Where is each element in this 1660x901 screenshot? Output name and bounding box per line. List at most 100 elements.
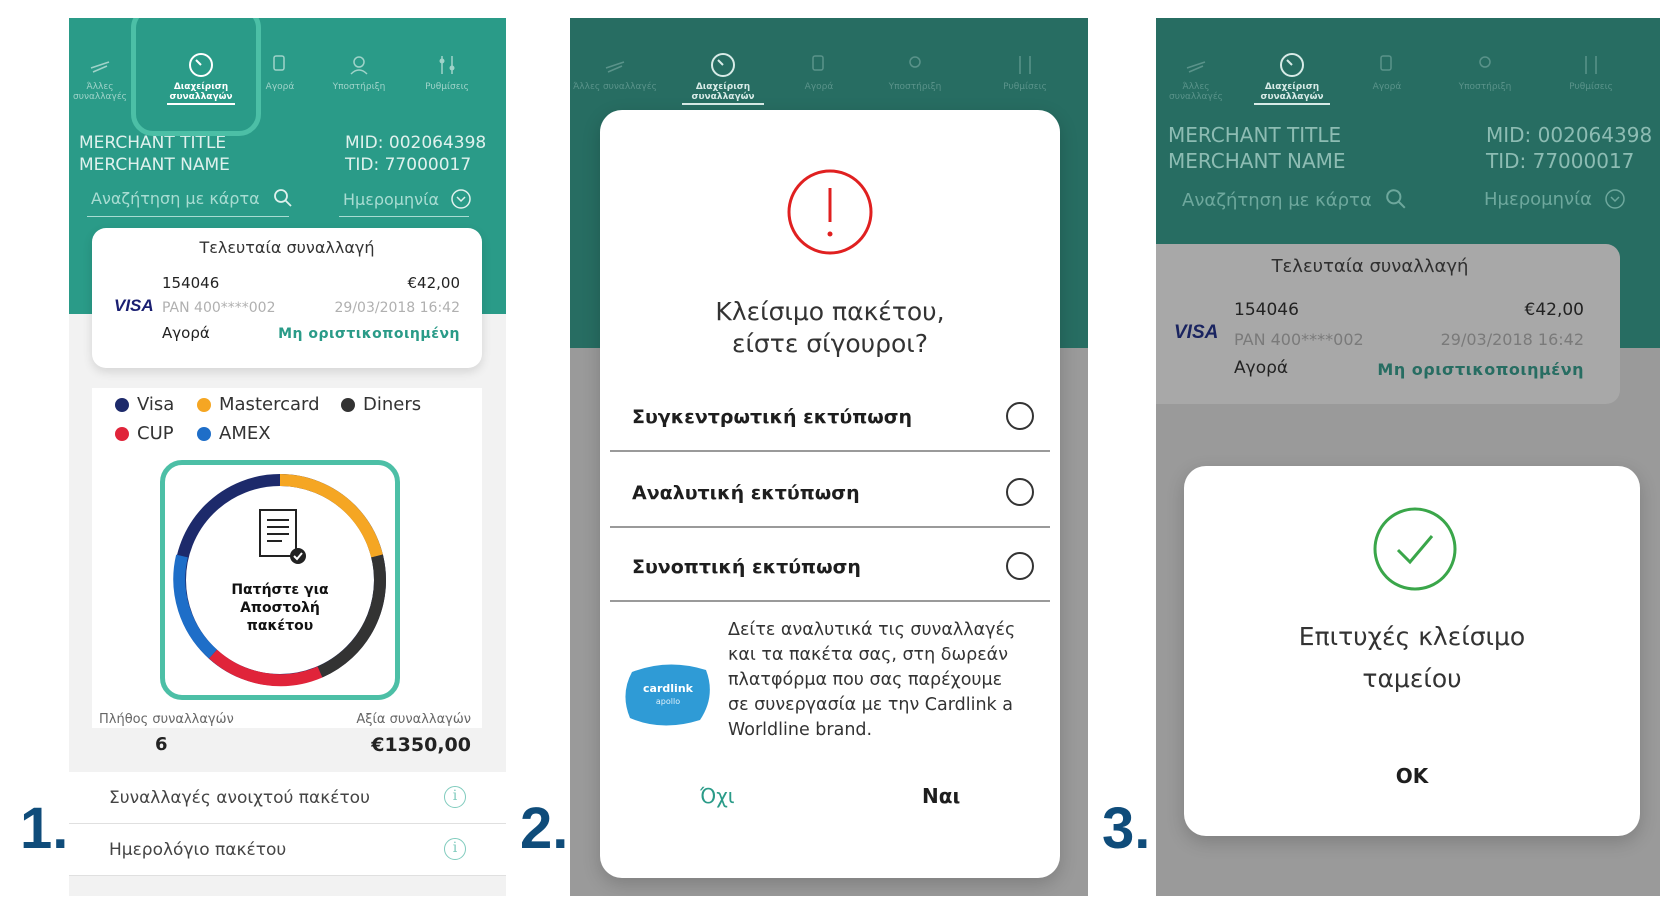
promo-line: Δείτε αναλυτικά τις συναλλαγές — [728, 620, 1016, 640]
last-transaction-card[interactable]: Τελευταία συναλλαγή VISA 154046 €42,00 P… — [92, 228, 482, 368]
terminal-info: MID: 002064398 TID: 77000017 — [1486, 122, 1652, 174]
success-message: Επιτυχές κλείσιμο ταμείου — [1184, 616, 1640, 700]
promo-line: σε συνεργασία με την Cardlink a — [728, 695, 1013, 715]
nav-label: Άλλες συναλλαγές — [573, 82, 657, 92]
tutorial-steps: 1. 2. 3. Άλλες συναλλαγές Διαχείριση συν… — [0, 0, 1660, 901]
nav-item-support: Υποστήριξη — [1440, 18, 1530, 113]
success-dialog: Επιτυχές κλείσιμο ταμείου OK — [1184, 466, 1640, 836]
visa-logo: VISA — [114, 296, 154, 315]
no-button[interactable]: Όχι — [700, 784, 735, 808]
other-transactions-icon — [605, 61, 625, 73]
error-icon — [787, 169, 873, 255]
option-label: Αναλυτική εκτύπωση — [632, 482, 860, 504]
option-label: Συνοπτική εκτύπωση — [632, 556, 861, 578]
legend-label: Mastercard — [219, 394, 320, 415]
search-icon — [273, 189, 292, 207]
date-filter-label: Ημερομηνία — [343, 190, 440, 209]
option-summary-print[interactable]: Συγκεντρωτική εκτύπωση — [610, 382, 1050, 452]
nav-label: Υποστήριξη — [1458, 82, 1512, 92]
radio-button[interactable] — [1006, 552, 1034, 580]
transaction-datetime: 29/03/2018 16:42 — [1440, 330, 1584, 349]
settings-sliders-icon — [1585, 56, 1597, 74]
nav-item-purchase: Αγορά — [784, 18, 854, 113]
legend-visa: Visa — [115, 394, 174, 415]
legend-mastercard: Mastercard — [197, 394, 320, 415]
active-tab-underline — [1254, 103, 1330, 105]
step-number-1: 1. — [20, 796, 69, 861]
nav-item-transaction-management: Διαχείριση συναλλαγών — [1250, 18, 1334, 113]
last-transaction-card-dimmed: Τελευταία συναλλαγή VISA 154046 €42,00 P… — [1156, 244, 1620, 404]
support-agent-icon — [1479, 56, 1491, 68]
settings-sliders-icon — [1019, 56, 1031, 74]
card-search[interactable]: Αναζήτηση με κάρτα — [91, 188, 293, 208]
legend-dot — [197, 426, 211, 441]
legend-label: Visa — [137, 394, 175, 415]
support-agent-icon — [909, 56, 921, 68]
open-batch-transactions-row[interactable]: Συναλλαγές ανοιχτού πακέτου i — [69, 772, 506, 824]
nav-item-transaction-management: Διαχείριση συναλλαγών — [678, 18, 768, 113]
info-icon[interactable]: i — [444, 786, 466, 808]
active-tab-underline — [682, 103, 764, 105]
nav-label: Υποστήριξη — [888, 82, 942, 92]
hand-card-icon — [1380, 55, 1392, 71]
success-line1: Επιτυχές κλείσιμο — [1298, 622, 1526, 651]
success-check-icon — [1373, 507, 1457, 591]
option-label: Συγκεντρωτική εκτύπωση — [632, 406, 913, 428]
nav-label: Αγορά — [804, 82, 834, 92]
chevron-down-icon — [451, 189, 471, 209]
highlight-donut — [160, 460, 400, 700]
ok-button[interactable]: OK — [1184, 764, 1640, 788]
nav-label: Άλλες συναλλαγές — [1169, 82, 1223, 102]
terminal-info: MID: 002064398 TID: 77000017 — [345, 132, 486, 176]
date-filter[interactable]: Ημερομηνία — [343, 188, 472, 210]
close-batch-dialog: Κλείσιμο πακέτου, είστε σίγουροι? Συγκεν… — [600, 110, 1060, 878]
card-search: Αναζήτηση με κάρτα — [1182, 188, 1407, 211]
transaction-type: Αγορά — [162, 324, 210, 342]
promo-line: Worldline brand. — [728, 720, 873, 740]
radio-button[interactable] — [1006, 478, 1034, 506]
legend-label: Diners — [363, 394, 422, 415]
nav-label: Αγορά — [1372, 82, 1402, 92]
support-agent-icon — [350, 56, 368, 75]
hand-card-icon — [273, 55, 285, 71]
merchant-name: MERCHANT NAME — [79, 155, 230, 175]
date-filter: Ημερομηνία — [1484, 188, 1626, 210]
nav-label: Ρυθμίσεις — [1003, 82, 1047, 92]
nav-label: Διαχείριση συναλλαγών — [691, 82, 755, 102]
legend-dot — [341, 397, 355, 412]
step-number-2: 2. — [520, 796, 569, 861]
nav-item-other-transactions: Άλλες συναλλαγές — [1156, 18, 1236, 113]
transaction-pan: PAN 400****002 — [1234, 330, 1364, 349]
transaction-status: Μη οριστικοποιημένη — [1377, 360, 1584, 379]
info-icon[interactable]: i — [444, 838, 466, 860]
batch-log-row[interactable]: Ημερολόγιο πακέτου i — [69, 824, 506, 876]
merchant-info: MERCHANT TITLE MERCHANT NAME — [79, 132, 230, 176]
legend-cup: CUP — [115, 423, 174, 444]
transaction-id: 154046 — [162, 274, 220, 292]
step-number-3: 3. — [1102, 796, 1151, 861]
nav-item-support[interactable]: Υποστήριξη — [319, 18, 399, 113]
batch-log-label: Ημερολόγιο πακέτου — [109, 840, 287, 860]
transaction-id: 154046 — [1234, 300, 1299, 320]
success-line2: ταμείου — [1362, 664, 1462, 693]
nav-item-purchase[interactable]: Αγορά — [255, 18, 305, 113]
transaction-amount: €42,00 — [1524, 300, 1584, 320]
phone-screen-3: Άλλες συναλλαγές Διαχείριση συναλλαγών Α… — [1156, 18, 1660, 896]
legend-label: CUP — [137, 423, 174, 444]
option-brief-print[interactable]: Συνοπτική εκτύπωση — [610, 532, 1050, 602]
dialog-title-line1: Κλείσιμο πακέτου, — [715, 297, 945, 326]
date-filter-label: Ημερομηνία — [1484, 189, 1593, 210]
logo-text-primary: cardlink — [643, 682, 694, 695]
nav-item-other-transactions[interactable]: Άλλες συναλλαγές — [69, 18, 131, 113]
yes-button[interactable]: Ναι — [922, 784, 960, 808]
radio-button[interactable] — [1006, 402, 1034, 430]
option-detailed-print[interactable]: Αναλυτική εκτύπωση — [610, 458, 1050, 528]
legend-label: AMEX — [219, 423, 271, 444]
settings-sliders-icon — [439, 56, 455, 74]
transaction-datetime: 29/03/2018 16:42 — [334, 300, 461, 316]
value-label: Αξία συναλλαγών — [356, 712, 471, 727]
value-amount: €1350,00 — [371, 734, 471, 756]
count-value: 6 — [155, 734, 168, 755]
nav-item-settings[interactable]: Ρυθμίσεις — [407, 18, 487, 113]
search-icon — [1386, 189, 1406, 209]
